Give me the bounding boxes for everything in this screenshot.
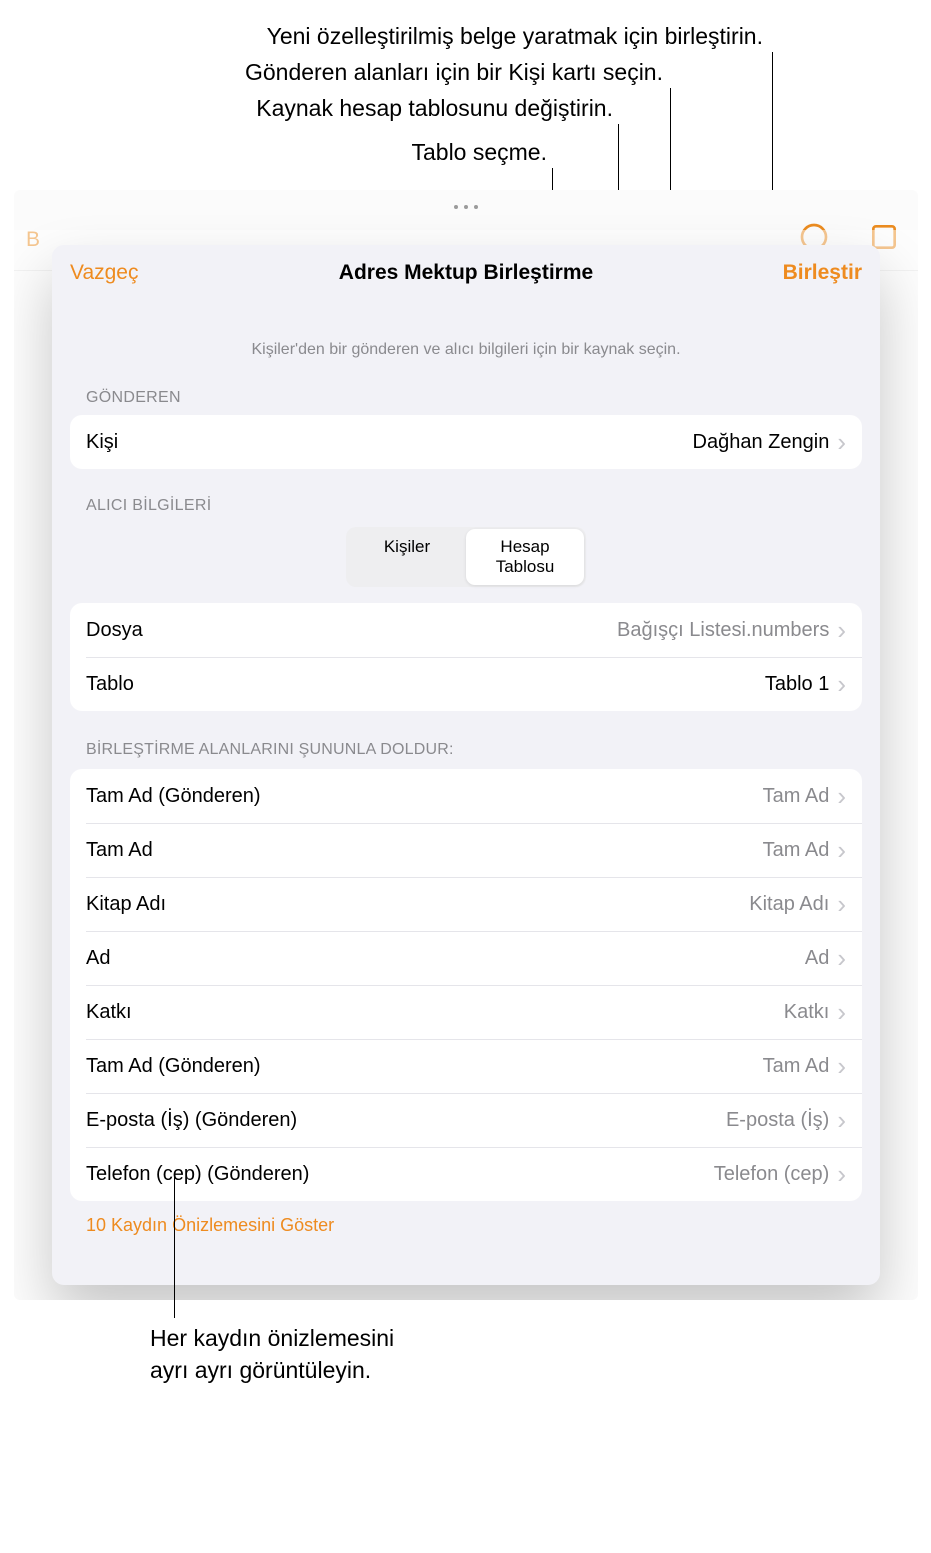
modal-body: Kişiler'den bir gönderen ve alıcı bilgil… [52, 341, 880, 1256]
field-row-value: Tam Ad [763, 785, 830, 808]
field-row[interactable]: Ad Ad › [70, 931, 862, 985]
drag-handle-icon [454, 205, 478, 209]
field-row-label: Kitap Adı [86, 893, 166, 916]
field-row[interactable]: Tam Ad (Gönderen) Tam Ad › [70, 769, 862, 823]
sender-row-value: Dağhan Zengin [693, 431, 830, 454]
field-row-label: Telefon (cep) (Gönderen) [86, 1163, 309, 1186]
callout-preview: Her kaydın önizlemesini ayrı ayrı görünt… [150, 1322, 394, 1386]
field-row[interactable]: Telefon (cep) (Gönderen) Telefon (cep) › [70, 1147, 862, 1201]
field-row-value: Telefon (cep) [714, 1163, 830, 1186]
field-row-value: E-posta (İş) [726, 1109, 829, 1132]
chevron-right-icon: › [837, 671, 846, 697]
preview-records-link[interactable]: 10 Kaydın Önizlemesini Göster [86, 1215, 334, 1236]
recipient-section-label: ALICI BİLGİLERİ [86, 497, 862, 515]
segment-spreadsheet[interactable]: Hesap Tablosu [466, 529, 584, 585]
field-row-label: Tam Ad (Gönderen) [86, 1055, 261, 1078]
callout-source: Kaynak hesap tablosunu değiştirin. [256, 94, 613, 124]
chevron-right-icon: › [837, 1053, 846, 1079]
recipient-group: Dosya Bağışçı Listesi.numbers › Tablo Ta… [70, 603, 862, 711]
chevron-right-icon: › [837, 837, 846, 863]
sender-group: Kişi Dağhan Zengin › [70, 415, 862, 469]
field-row[interactable]: Katkı Katkı › [70, 985, 862, 1039]
field-row[interactable]: Tam Ad Tam Ad › [70, 823, 862, 877]
chevron-right-icon: › [837, 429, 846, 455]
field-row[interactable]: Tam Ad (Gönderen) Tam Ad › [70, 1039, 862, 1093]
recipient-source-segmented[interactable]: Kişiler Hesap Tablosu [346, 527, 586, 587]
sender-row-label: Kişi [86, 431, 118, 454]
modal-title: Adres Mektup Birleştirme [339, 261, 593, 285]
chevron-right-icon: › [837, 999, 846, 1025]
field-row-label: Tam Ad [86, 839, 153, 862]
sender-section-label: GÖNDEREN [86, 389, 862, 407]
chevron-right-icon: › [837, 945, 846, 971]
sender-contact-row[interactable]: Kişi Dağhan Zengin › [70, 415, 862, 469]
modal-header: Vazgeç Adres Mektup Birleştirme Birleşti… [52, 245, 880, 301]
app-window: B Vazgeç Adres Mektup Birleştirme Birleş… [14, 190, 918, 1300]
chevron-right-icon: › [837, 1107, 846, 1133]
field-row-label: E-posta (İş) (Gönderen) [86, 1109, 297, 1132]
field-row-value: Tam Ad [763, 839, 830, 862]
field-row[interactable]: Kitap Adı Kitap Adı › [70, 877, 862, 931]
table-row-value: Tablo 1 [765, 673, 830, 696]
chevron-right-icon: › [837, 1161, 846, 1187]
callout-merge: Yeni özelleştirilmiş belge yaratmak için… [267, 22, 763, 52]
fields-section-label: BİRLEŞTİRME ALANLARINI ŞUNUNLA DOLDUR: [86, 741, 862, 759]
mail-merge-modal: Vazgeç Adres Mektup Birleştirme Birleşti… [52, 245, 880, 1285]
chevron-right-icon: › [837, 617, 846, 643]
callout-line-preview [174, 1176, 175, 1318]
table-row[interactable]: Tablo Tablo 1 › [70, 657, 862, 711]
file-row-label: Dosya [86, 619, 143, 642]
file-row-value: Bağışçı Listesi.numbers [617, 619, 829, 642]
chevron-right-icon: › [837, 891, 846, 917]
field-row[interactable]: E-posta (İş) (Gönderen) E-posta (İş) › [70, 1093, 862, 1147]
table-row-label: Tablo [86, 673, 134, 696]
field-row-value: Tam Ad [763, 1055, 830, 1078]
callout-table: Tablo seçme. [411, 138, 547, 168]
cancel-button[interactable]: Vazgeç [70, 261, 139, 285]
chevron-right-icon: › [837, 783, 846, 809]
segment-contacts[interactable]: Kişiler [348, 529, 466, 585]
field-row-label: Katkı [86, 1001, 132, 1024]
field-row-label: Tam Ad (Gönderen) [86, 785, 261, 808]
field-row-label: Ad [86, 947, 110, 970]
file-row[interactable]: Dosya Bağışçı Listesi.numbers › [70, 603, 862, 657]
helper-text: Kişiler'den bir gönderen ve alıcı bilgil… [70, 341, 862, 359]
field-row-value: Katkı [784, 1001, 830, 1024]
field-row-value: Ad [805, 947, 829, 970]
field-row-value: Kitap Adı [749, 893, 829, 916]
callout-contact: Gönderen alanları için bir Kişi kartı se… [245, 58, 663, 88]
merge-button[interactable]: Birleştir [783, 261, 862, 285]
fields-group: Tam Ad (Gönderen) Tam Ad › Tam Ad Tam Ad… [70, 769, 862, 1201]
